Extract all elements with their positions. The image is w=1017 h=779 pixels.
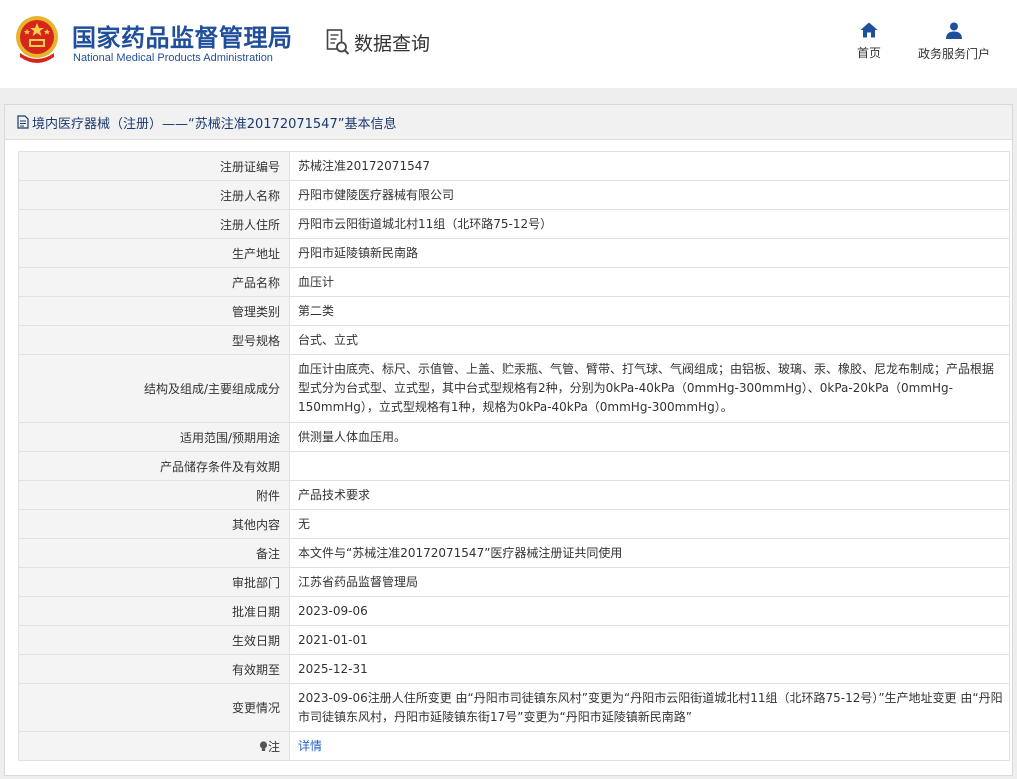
row-value: 血压计由底壳、标尺、示值管、上盖、贮汞瓶、气管、臂带、打气球、气阀组成；由铝板、… <box>289 354 1010 423</box>
row-value <box>289 451 1010 481</box>
row-value: 苏械注准20172071547 <box>289 151 1010 181</box>
table-row: 注 详情 <box>18 731 1010 761</box>
row-label: 审批部门 <box>18 567 290 597</box>
row-label: 管理类别 <box>18 296 290 326</box>
nav-service-portal[interactable]: 政务服务门户 <box>915 22 993 62</box>
table-row: 审批部门 江苏省药品监督管理局 <box>18 567 1010 597</box>
table-row: 附件 产品技术要求 <box>18 480 1010 510</box>
nav-home[interactable]: 首页 <box>855 22 883 61</box>
table-row: 管理类别 第二类 <box>18 296 1010 326</box>
row-label: 其他内容 <box>18 509 290 539</box>
row-value: 丹阳市健陵医疗器械有限公司 <box>289 180 1010 210</box>
data-query-label: 数据查询 <box>354 32 431 55</box>
registration-info-table: 注册证编号 苏械注准20172071547 注册人名称 丹阳市健陵医疗器械有限公… <box>18 151 1010 761</box>
row-value: 无 <box>289 509 1010 539</box>
org-name-cn: 国家药品监督管理局 <box>72 24 293 52</box>
row-value: 2023-09-06注册人住所变更 由“丹阳市司徒镇东风村”变更为“丹阳市云阳街… <box>289 683 1010 732</box>
row-value: 丹阳市云阳街道城北村11组（北环路75-12号） <box>289 209 1010 239</box>
table-row: 产品名称 血压计 <box>18 267 1010 297</box>
row-value: 血压计 <box>289 267 1010 297</box>
row-label: 生效日期 <box>18 625 290 655</box>
row-label: 结构及组成/主要组成成分 <box>18 354 290 423</box>
table-row: 有效期至 2025-12-31 <box>18 654 1010 684</box>
document-search-icon <box>326 29 350 55</box>
document-icon <box>17 115 29 129</box>
table-row: 变更情况 2023-09-06注册人住所变更 由“丹阳市司徒镇东风村”变更为“丹… <box>18 683 1010 732</box>
row-label: 注册证编号 <box>18 151 290 181</box>
panel-title: 境内医疗器械（注册）——“苏械注准20172071547”基本信息 <box>32 116 397 132</box>
row-label: 附件 <box>18 480 290 510</box>
table-row: 生效日期 2021-01-01 <box>18 625 1010 655</box>
row-label: 适用范围/预期用途 <box>18 422 290 452</box>
row-value: 供测量人体血压用。 <box>289 422 1010 452</box>
bulb-icon <box>259 740 268 751</box>
table-row: 产品储存条件及有效期 <box>18 451 1010 481</box>
table-row: 注册证编号 苏械注准20172071547 <box>18 151 1010 181</box>
data-query-title: 数据查询 <box>326 28 430 56</box>
home-icon <box>860 22 878 38</box>
detail-panel: 境内医疗器械（注册）——“苏械注准20172071547”基本信息 注册证编号 … <box>4 104 1013 776</box>
table-row: 注册人住所 丹阳市云阳街道城北村11组（北环路75-12号） <box>18 209 1010 239</box>
nav-home-label: 首页 <box>856 46 881 60</box>
row-label: 注册人住所 <box>18 209 290 239</box>
row-label: 注册人名称 <box>18 180 290 210</box>
row-value: 丹阳市延陵镇新民南路 <box>289 238 1010 268</box>
user-icon <box>946 22 962 39</box>
details-link[interactable]: 详情 <box>298 739 322 753</box>
table-row: 结构及组成/主要组成成分 血压计由底壳、标尺、示值管、上盖、贮汞瓶、气管、臂带、… <box>18 354 1010 423</box>
row-value: 第二类 <box>289 296 1010 326</box>
panel-title-bar: 境内医疗器械（注册）——“苏械注准20172071547”基本信息 <box>5 105 1012 140</box>
row-value: 2025-12-31 <box>289 654 1010 684</box>
table-row: 型号规格 台式、立式 <box>18 325 1010 355</box>
row-label: 型号规格 <box>18 325 290 355</box>
table-row: 生产地址 丹阳市延陵镇新民南路 <box>18 238 1010 268</box>
note-label: 注 <box>267 739 280 754</box>
national-emblem-icon <box>16 16 58 63</box>
site-header: 国家药品监督管理局 National Medical Products Admi… <box>0 0 1017 86</box>
row-value: 产品技术要求 <box>289 480 1010 510</box>
row-value: 2023-09-06 <box>289 596 1010 626</box>
row-label: 变更情况 <box>18 683 290 732</box>
row-label: 产品储存条件及有效期 <box>18 451 290 481</box>
row-label: 备注 <box>18 538 290 568</box>
table-row: 其他内容 无 <box>18 509 1010 539</box>
row-value: 2021-01-01 <box>289 625 1010 655</box>
table-row: 备注 本文件与“苏械注准20172071547”医疗器械注册证共同使用 <box>18 538 1010 568</box>
row-label: 产品名称 <box>18 267 290 297</box>
row-value: 详情 <box>289 731 1010 761</box>
table-row: 注册人名称 丹阳市健陵医疗器械有限公司 <box>18 180 1010 210</box>
row-label: 生产地址 <box>18 238 290 268</box>
row-label: 有效期至 <box>18 654 290 684</box>
row-value: 本文件与“苏械注准20172071547”医疗器械注册证共同使用 <box>289 538 1010 568</box>
row-value: 台式、立式 <box>289 325 1010 355</box>
table-row: 适用范围/预期用途 供测量人体血压用。 <box>18 422 1010 452</box>
row-value: 江苏省药品监督管理局 <box>289 567 1010 597</box>
org-name-en: National Medical Products Administration <box>73 52 273 64</box>
note-label-cell: 注 <box>18 731 290 761</box>
nav-portal-label: 政务服务门户 <box>917 47 990 61</box>
row-label: 批准日期 <box>18 596 290 626</box>
table-row: 批准日期 2023-09-06 <box>18 596 1010 626</box>
